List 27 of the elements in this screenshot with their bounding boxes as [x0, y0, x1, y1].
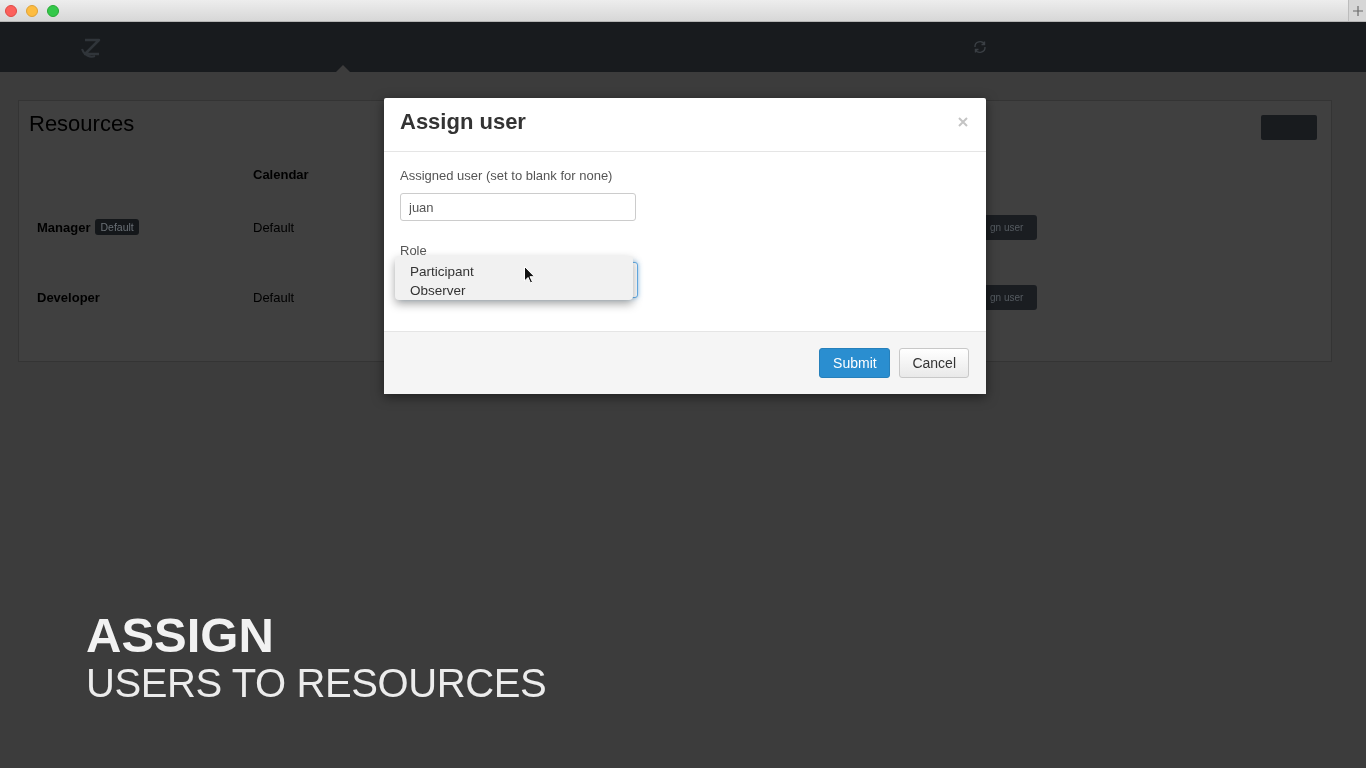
user-input[interactable]: juan — [400, 193, 636, 221]
calendar-cell: Default — [253, 219, 295, 235]
field-label: Role — [400, 242, 427, 260]
cancel-button[interactable]: Cancel — [899, 348, 969, 378]
refresh-icon[interactable] — [972, 39, 988, 55]
role-name: Developer — [37, 289, 100, 305]
zoom-window-icon[interactable] — [47, 4, 59, 17]
caption-subtitle: USERS TO RESOURCES — [86, 663, 547, 703]
active-nav-indicator-icon — [336, 65, 350, 72]
caption-title: ASSIGN — [86, 611, 275, 660]
dropdown-option[interactable]: Observer — [395, 281, 633, 300]
header-button[interactable] — [1261, 115, 1317, 140]
dialog-title: Assign user — [400, 108, 526, 135]
page-title: Resources — [29, 111, 135, 137]
column-header: Calendar — [253, 166, 309, 182]
mouse-pointer-icon — [524, 266, 535, 284]
dropdown-option[interactable]: Participant — [395, 262, 633, 281]
field-label: Assigned user (set to blank for none) — [400, 167, 613, 185]
default-badge: Default — [95, 219, 139, 235]
role-name: Manager — [37, 219, 91, 235]
close-window-icon[interactable] — [5, 4, 17, 17]
minimize-window-icon[interactable] — [26, 4, 38, 17]
new-tab-button[interactable] — [1348, 0, 1366, 21]
calendar-cell: Default — [253, 289, 295, 305]
submit-button[interactable]: Submit — [819, 348, 891, 378]
close-icon[interactable] — [958, 116, 968, 127]
plus-icon — [1352, 5, 1363, 16]
